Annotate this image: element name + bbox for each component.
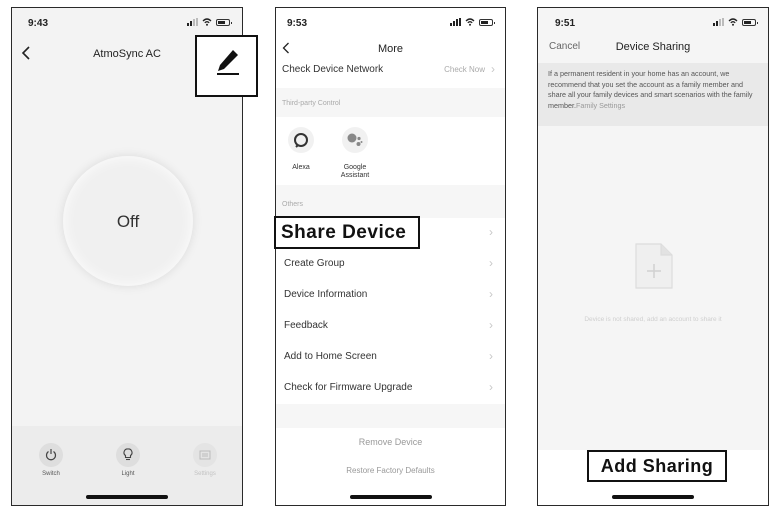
menu-item-label: Check for Firmware Upgrade — [284, 382, 413, 393]
family-settings-link[interactable]: Family Settings — [576, 101, 625, 110]
battery-icon — [216, 18, 232, 26]
chevron-right-icon: › — [489, 380, 493, 394]
status-bar: 9:43 — [12, 8, 242, 38]
edit-callout — [195, 35, 258, 97]
firmware-upgrade-row[interactable]: Check for Firmware Upgrade › — [276, 373, 505, 404]
home-indicator — [612, 495, 694, 499]
wifi-icon — [465, 18, 475, 26]
switch-label: Switch — [42, 471, 60, 477]
share-device-callout[interactable]: Share Device — [274, 216, 420, 249]
status-icons — [450, 18, 495, 26]
status-time: 9:51 — [555, 18, 576, 29]
pencil-edit-icon[interactable] — [215, 47, 241, 75]
chevron-right-icon: › — [489, 225, 493, 239]
status-bar: 9:53 — [276, 8, 505, 38]
menu-item-label: Create Group — [284, 258, 345, 269]
signal-icon — [187, 18, 198, 26]
switch-button[interactable] — [39, 443, 63, 467]
phone-screen-more: 9:53 More Check Device Network Check Now… — [275, 7, 506, 506]
alexa-label: Alexa — [292, 164, 310, 171]
add-sharing-button[interactable]: Add Sharing — [587, 450, 727, 482]
google-assistant-icon — [347, 133, 363, 146]
chevron-right-icon: › — [489, 349, 493, 363]
check-device-network-row[interactable]: Check Device Network Check Now › — [276, 56, 505, 84]
chevron-right-icon: › — [489, 318, 493, 332]
status-icons — [713, 18, 758, 26]
google-assistant-label: Google Assistant — [340, 164, 370, 179]
signal-icon — [713, 18, 724, 26]
light-button[interactable] — [116, 443, 140, 467]
status-time: 9:43 — [28, 18, 49, 29]
battery-icon — [479, 18, 495, 26]
third-party-header: Third-party Control — [282, 100, 341, 107]
chevron-right-icon: › — [489, 256, 493, 270]
feedback-row[interactable]: Feedback › — [276, 311, 505, 342]
wifi-icon — [728, 18, 738, 26]
others-header: Others — [282, 201, 304, 208]
empty-document-icon — [635, 243, 673, 289]
remove-device-button[interactable]: Remove Device — [276, 428, 505, 457]
power-dial[interactable]: Off — [63, 156, 193, 286]
status-bar: 9:51 — [538, 8, 768, 38]
light-label: Light — [121, 471, 135, 477]
wifi-icon — [202, 18, 212, 26]
create-group-row[interactable]: Create Group › — [276, 249, 505, 280]
alexa-button[interactable] — [288, 127, 314, 153]
menu-item-label: Add to Home Screen — [284, 351, 377, 362]
home-indicator — [349, 495, 432, 499]
bottom-action-bar: Switch Light Settings — [12, 426, 242, 505]
settings-icon — [199, 450, 211, 460]
battery-icon — [742, 18, 758, 26]
menu-item-label: Feedback — [284, 320, 328, 331]
menu-item-label: Device Information — [284, 289, 368, 300]
status-icons — [187, 18, 232, 26]
home-indicator — [86, 495, 168, 499]
third-party-panel — [276, 117, 505, 185]
settings-button[interactable] — [193, 443, 217, 467]
settings-label: Settings — [194, 471, 216, 477]
phone-screen-device-sharing: 9:51 Cancel Device Sharing If a permanen… — [537, 7, 769, 506]
add-sharing-label: Add Sharing — [600, 456, 714, 476]
page-title: Device Sharing — [615, 41, 691, 53]
check-now-value: Check Now — [444, 65, 485, 74]
google-assistant-button[interactable] — [342, 127, 368, 153]
power-icon — [45, 449, 57, 461]
remove-device-label: Remove Device — [358, 437, 423, 447]
status-time: 9:53 — [287, 18, 308, 29]
alexa-icon — [294, 133, 308, 148]
device-information-row[interactable]: Device Information › — [276, 280, 505, 311]
check-network-label: Check Device Network — [282, 64, 384, 75]
power-state-label: Off — [116, 212, 140, 231]
restore-defaults-label: Restore Factory Defaults — [346, 466, 435, 475]
empty-state-text: Device is not shared, add an account to … — [584, 316, 722, 323]
family-notice-banner: If a permanent resident in your home has… — [538, 63, 768, 126]
chevron-right-icon: › — [491, 62, 495, 76]
page-title: More — [377, 43, 404, 55]
share-device-label: Share Device — [281, 222, 407, 243]
add-to-home-screen-row[interactable]: Add to Home Screen › — [276, 342, 505, 373]
bulb-icon — [123, 448, 133, 461]
signal-icon — [450, 18, 461, 26]
chevron-right-icon: › — [489, 287, 493, 301]
